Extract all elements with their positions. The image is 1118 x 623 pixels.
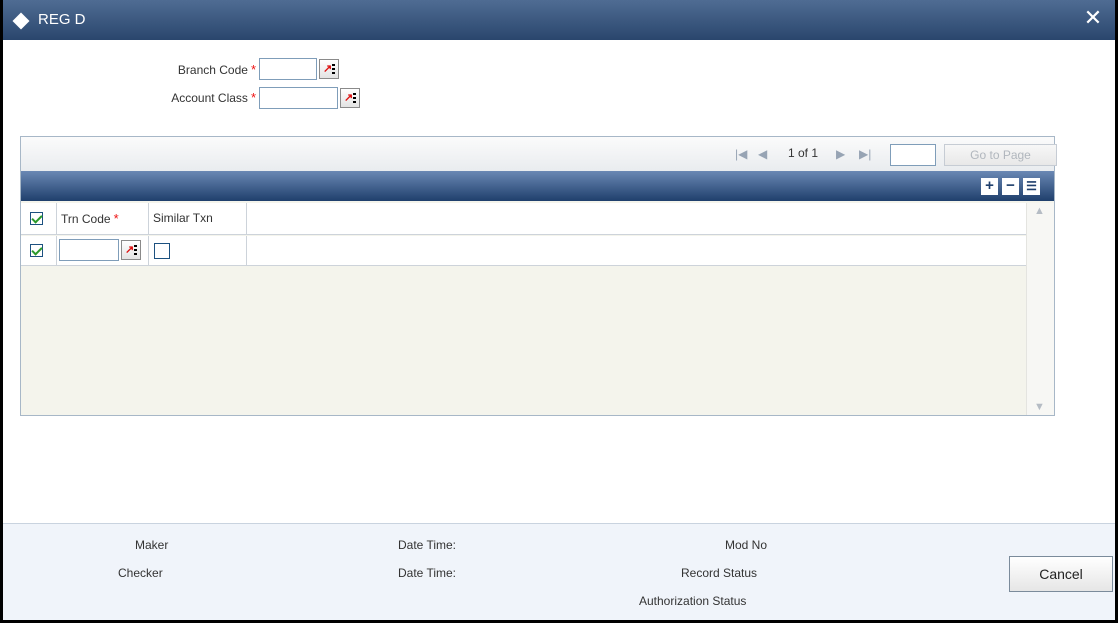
row-select-cell: [21, 236, 57, 266]
lov-dots-icon: [332, 64, 335, 75]
trn-code-lov-button[interactable]: ↗: [121, 240, 141, 260]
select-all-header: [21, 203, 57, 235]
branch-code-input[interactable]: [259, 58, 317, 80]
similar-txn-cell: [149, 236, 247, 266]
lov-dots-icon: [134, 245, 137, 256]
row-select-checkbox[interactable]: [30, 244, 43, 257]
pager-bar: |◀ ◀ 1 of 1 ▶ ▶| Go to Page: [21, 137, 1057, 171]
checker-date-time-label: Date Time:: [398, 566, 457, 580]
trn-code-cell: ↗: [57, 236, 149, 266]
window-icon: [12, 12, 30, 30]
window-title: REG D: [38, 11, 86, 28]
audit-footer: Maker Checker Date Time: Date Time: Mod …: [3, 523, 1115, 620]
scroll-up-icon[interactable]: ▲: [1034, 205, 1045, 217]
previous-page-icon[interactable]: ◀: [758, 147, 767, 161]
next-page-icon[interactable]: ▶: [836, 147, 845, 161]
grid-body: Trn Code * Similar Txn ↗: [21, 203, 1027, 415]
last-page-icon[interactable]: ▶|: [859, 147, 871, 161]
record-status-label: Record Status: [681, 566, 758, 580]
trn-code-header-label: Trn Code: [61, 212, 111, 226]
lov-arrow-icon: ↗: [125, 244, 135, 256]
trn-code-input[interactable]: [59, 239, 119, 261]
reg-d-window: REG D ✕ Branch Code * ↗ Account Class * ↗ …: [0, 0, 1118, 623]
add-row-icon[interactable]: +: [981, 178, 998, 195]
go-to-page-button[interactable]: Go to Page: [944, 144, 1057, 166]
lov-arrow-icon: ↗: [344, 92, 354, 104]
mod-no-label: Mod No: [725, 538, 768, 552]
branch-code-label: Branch Code *: [123, 62, 256, 77]
column-header-similar-txn: Similar Txn: [149, 203, 247, 235]
scroll-down-icon[interactable]: ▼: [1034, 401, 1045, 413]
branch-code-label-text: Branch Code: [177, 63, 248, 77]
authorization-status-label: Authorization Status: [639, 594, 747, 608]
account-class-input[interactable]: [259, 87, 338, 109]
lov-dots-icon: [353, 93, 356, 104]
maker-label: Maker: [135, 538, 169, 552]
required-marker: *: [250, 62, 256, 77]
page-number-input[interactable]: [890, 144, 936, 166]
similar-txn-header-label: Similar Txn: [153, 211, 213, 225]
branch-code-lov-button[interactable]: ↗: [319, 59, 339, 79]
checker-label: Checker: [118, 566, 163, 580]
account-class-lov-button[interactable]: ↗: [340, 88, 360, 108]
required-marker: *: [250, 90, 256, 105]
grid-toolbar: + − ☰: [21, 171, 1054, 201]
account-class-label: Account Class *: [103, 90, 256, 105]
lov-arrow-icon: ↗: [323, 63, 333, 75]
delete-row-icon[interactable]: −: [1002, 178, 1019, 195]
maker-date-time-label: Date Time:: [398, 538, 457, 552]
row-filler: [247, 236, 1027, 266]
select-all-checkbox[interactable]: [30, 212, 43, 225]
trn-code-grid: |◀ ◀ 1 of 1 ▶ ▶| Go to Page + − ☰ Trn Co…: [20, 136, 1057, 416]
header-filler: [247, 203, 1027, 235]
required-marker: *: [113, 211, 119, 226]
similar-txn-checkbox[interactable]: [154, 243, 170, 259]
page-indicator: 1 of 1: [788, 146, 819, 160]
column-header-trn-code: Trn Code *: [57, 203, 149, 235]
close-icon[interactable]: ✕: [1081, 6, 1105, 30]
title-bar: REG D ✕: [3, 0, 1115, 40]
vertical-scrollbar[interactable]: ▲ ▼: [1026, 203, 1054, 415]
single-view-icon[interactable]: ☰: [1023, 178, 1040, 195]
cancel-button[interactable]: Cancel: [1009, 556, 1113, 592]
account-class-label-text: Account Class: [171, 91, 248, 105]
first-page-icon[interactable]: |◀: [735, 147, 747, 161]
